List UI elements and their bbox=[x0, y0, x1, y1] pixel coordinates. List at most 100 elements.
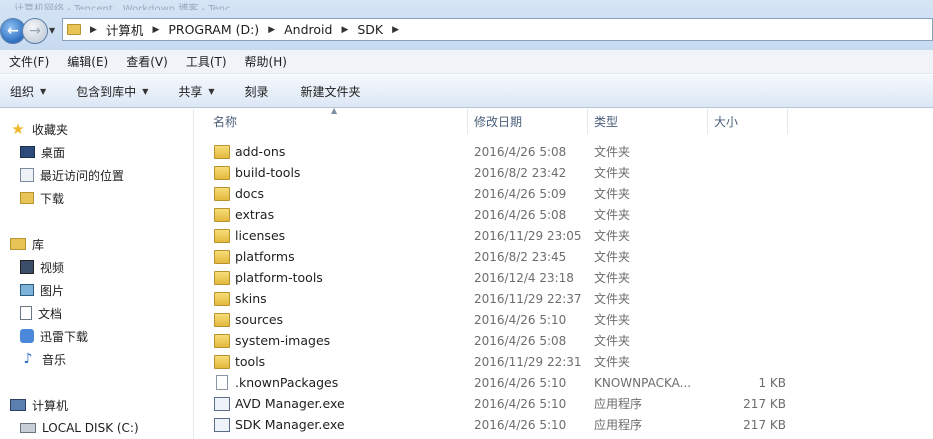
nav-item-computer[interactable]: 计算机 bbox=[10, 394, 68, 416]
file-name: .knownPackages bbox=[235, 375, 339, 390]
file-row[interactable]: sources 2016/4/26 5:10 文件夹 bbox=[195, 309, 933, 330]
file-name-cell[interactable]: skins bbox=[195, 291, 474, 306]
file-name-cell[interactable]: platform-tools bbox=[195, 270, 474, 285]
column-header-type[interactable]: 类型 bbox=[588, 109, 708, 134]
file-name-cell[interactable]: extras bbox=[195, 207, 474, 222]
menu-edit[interactable]: 编辑(E) bbox=[58, 53, 117, 70]
file-name-cell[interactable]: .knownPackages bbox=[195, 375, 474, 390]
file-name: sources bbox=[235, 312, 284, 327]
chevron-right-icon[interactable]: ▶ bbox=[392, 25, 399, 35]
file-row[interactable]: skins 2016/11/29 22:37 文件夹 bbox=[195, 288, 933, 309]
file-name-cell[interactable]: AVD Manager.exe bbox=[195, 396, 474, 411]
recent-places-icon bbox=[20, 168, 34, 182]
file-row[interactable]: licenses 2016/11/29 23:05 文件夹 bbox=[195, 225, 933, 246]
organize-button[interactable]: 组织 ▼ bbox=[0, 83, 56, 100]
file-row[interactable]: SDK Manager.exe 2016/4/26 5:10 应用程序 217 KB bbox=[195, 414, 933, 435]
menu-tools[interactable]: 工具(T) bbox=[177, 53, 236, 70]
recent-pages-dropdown[interactable]: ▼ bbox=[49, 26, 55, 35]
nav-label: 文档 bbox=[38, 306, 63, 321]
nav-item-libraries[interactable]: 库 bbox=[10, 233, 44, 255]
menu-help[interactable]: 帮助(H) bbox=[236, 53, 296, 70]
menu-file[interactable]: 文件(F) bbox=[0, 53, 58, 70]
file-type: 文件夹 bbox=[594, 208, 631, 222]
column-header-size[interactable]: 大小 bbox=[708, 109, 788, 134]
chevron-down-icon: ▼ bbox=[40, 86, 47, 96]
nav-item-pictures[interactable]: 图片 bbox=[20, 279, 64, 301]
nav-item-local-disk[interactable]: LOCAL DISK (C:) bbox=[20, 417, 139, 439]
folder-icon bbox=[214, 144, 230, 159]
folder-icon bbox=[214, 270, 230, 285]
chevron-right-icon[interactable]: ▶ bbox=[152, 25, 159, 35]
include-in-library-button[interactable]: 包含到库中 ▼ bbox=[66, 83, 158, 100]
nav-item-downloads[interactable]: 下载 bbox=[20, 187, 64, 209]
file-row[interactable]: AVD Manager.exe 2016/4/26 5:10 应用程序 217 KB bbox=[195, 393, 933, 414]
nav-label: 桌面 bbox=[41, 145, 66, 160]
file-list-pane: ▲ 名称 修改日期 类型 大小 add-ons 2016/4/26 5:08 文件夹… bbox=[195, 106, 933, 439]
address-box[interactable]: ▶ 计算机 ▶ PROGRAM (D:) ▶ Android ▶ SDK ▶ bbox=[62, 18, 933, 41]
file-name: AVD Manager.exe bbox=[235, 396, 345, 411]
file-row[interactable]: tools 2016/11/29 22:31 文件夹 bbox=[195, 351, 933, 372]
column-size-label: 大小 bbox=[714, 115, 739, 129]
file-date: 2016/4/26 5:09 bbox=[474, 186, 567, 201]
file-row[interactable]: build-tools 2016/8/2 23:42 文件夹 bbox=[195, 162, 933, 183]
breadcrumb-drive[interactable]: PROGRAM (D:) bbox=[168, 22, 259, 37]
file-row[interactable]: platform-tools 2016/12/4 23:18 文件夹 bbox=[195, 267, 933, 288]
nav-item-recent[interactable]: 最近访问的位置 bbox=[20, 164, 124, 186]
nav-label: 视频 bbox=[40, 260, 65, 275]
column-header-date[interactable]: 修改日期 bbox=[468, 109, 588, 134]
nav-label: 计算机 bbox=[32, 398, 69, 413]
background-tabs: 计算机网络 - Tencent Workdown 博客 - Tenc bbox=[14, 0, 394, 10]
file-name: extras bbox=[235, 207, 275, 222]
application-icon bbox=[214, 396, 230, 411]
chevron-right-icon[interactable]: ▶ bbox=[341, 25, 348, 35]
file-row[interactable]: docs 2016/4/26 5:09 文件夹 bbox=[195, 183, 933, 204]
nav-item-thunder[interactable]: 迅雷下载 bbox=[20, 325, 88, 347]
file-row[interactable]: system-images 2016/4/26 5:08 文件夹 bbox=[195, 330, 933, 351]
folder-icon bbox=[214, 312, 230, 327]
file-name-cell[interactable]: system-images bbox=[195, 333, 474, 348]
file-date: 2016/12/4 23:18 bbox=[474, 270, 574, 285]
nav-item-music[interactable]: ♪ 音乐 bbox=[20, 348, 66, 370]
column-name-label: 名称 bbox=[213, 115, 238, 129]
organize-label: 组织 bbox=[10, 84, 35, 99]
nav-label: 下载 bbox=[40, 191, 65, 206]
file-row[interactable]: add-ons 2016/4/26 5:08 文件夹 bbox=[195, 141, 933, 162]
address-bar-region: 计算机网络 - Tencent Workdown 博客 - Tenc ← → ▼… bbox=[0, 0, 933, 50]
nav-item-desktop[interactable]: 桌面 bbox=[20, 141, 65, 163]
document-icon bbox=[20, 306, 32, 320]
nav-item-documents[interactable]: 文档 bbox=[20, 302, 62, 324]
new-folder-button[interactable]: 新建文件夹 bbox=[291, 83, 371, 100]
file-name: platform-tools bbox=[235, 270, 323, 285]
file-name-cell[interactable]: tools bbox=[195, 354, 474, 369]
file-name-cell[interactable]: add-ons bbox=[195, 144, 474, 159]
burn-button[interactable]: 刻录 bbox=[235, 83, 279, 100]
file-row[interactable]: platforms 2016/8/2 23:45 文件夹 bbox=[195, 246, 933, 267]
folder-icon bbox=[214, 291, 230, 306]
folder-icon bbox=[214, 354, 230, 369]
share-button[interactable]: 共享 ▼ bbox=[168, 83, 224, 100]
file-row[interactable]: .knownPackages 2016/4/26 5:10 KNOWNPACKA..… bbox=[195, 372, 933, 393]
forward-button[interactable]: → bbox=[22, 18, 48, 44]
chevron-right-icon[interactable]: ▶ bbox=[268, 25, 275, 35]
nav-item-favorites[interactable]: ★ 收藏夹 bbox=[10, 118, 68, 140]
music-note-icon: ♪ bbox=[23, 351, 33, 367]
file-name-cell[interactable]: licenses bbox=[195, 228, 474, 243]
file-name-cell[interactable]: platforms bbox=[195, 249, 474, 264]
file-icon bbox=[216, 375, 228, 390]
file-name: licenses bbox=[235, 228, 286, 243]
file-name-cell[interactable]: sources bbox=[195, 312, 474, 327]
star-icon: ★ bbox=[11, 120, 25, 138]
file-name-cell[interactable]: SDK Manager.exe bbox=[195, 417, 474, 432]
column-header-name[interactable]: ▲ 名称 bbox=[195, 106, 468, 134]
breadcrumb-sdk[interactable]: SDK bbox=[357, 22, 383, 37]
folder-icon bbox=[214, 249, 230, 264]
breadcrumb-computer[interactable]: 计算机 bbox=[106, 20, 144, 39]
file-date: 2016/4/26 5:10 bbox=[474, 375, 567, 390]
file-name-cell[interactable]: docs bbox=[195, 186, 474, 201]
file-row[interactable]: extras 2016/4/26 5:08 文件夹 bbox=[195, 204, 933, 225]
nav-item-videos[interactable]: 视频 bbox=[20, 256, 64, 278]
chevron-right-icon[interactable]: ▶ bbox=[90, 25, 97, 35]
file-name-cell[interactable]: build-tools bbox=[195, 165, 474, 180]
menu-view[interactable]: 查看(V) bbox=[117, 53, 177, 70]
breadcrumb-android[interactable]: Android bbox=[284, 22, 332, 37]
